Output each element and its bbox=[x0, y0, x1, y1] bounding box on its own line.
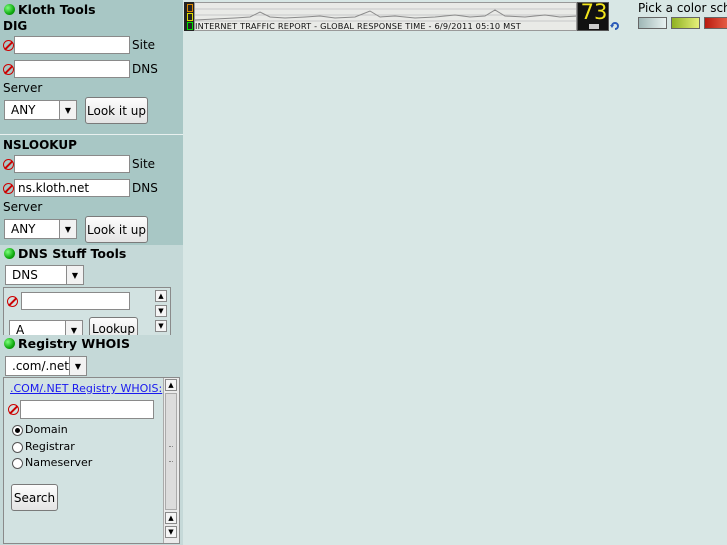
dnsstuff-heading: DNS Stuff Tools bbox=[4, 246, 126, 261]
kloth-tools-heading: Kloth Tools bbox=[4, 2, 96, 17]
traffic-report-banner[interactable]: INTERNET TRAFFIC REPORT - GLOBAL RESPONS… bbox=[184, 0, 621, 31]
nslookup-server-value: ANY bbox=[11, 222, 36, 236]
whois-title: Registry WHOIS bbox=[18, 336, 130, 351]
scroll-up-icon[interactable]: ▲ bbox=[165, 512, 177, 524]
status-dot-icon bbox=[4, 248, 15, 259]
no-entry-icon bbox=[3, 183, 14, 194]
scrollbar-thumb[interactable] bbox=[165, 393, 177, 510]
gauge-segment bbox=[187, 4, 193, 12]
radio-domain-label: Domain bbox=[25, 423, 68, 436]
radio-nameserver[interactable] bbox=[12, 458, 23, 469]
dnsstuff-lookup-button[interactable]: Lookup bbox=[89, 317, 138, 336]
chevron-down-icon: ▼ bbox=[59, 101, 76, 119]
radio-nameserver-label: Nameserver bbox=[25, 456, 93, 469]
gauge-segment bbox=[187, 13, 193, 21]
color-scheme-label: Pick a color sch bbox=[638, 1, 727, 15]
traffic-gauge bbox=[184, 2, 194, 31]
no-entry-icon bbox=[3, 40, 14, 51]
scroll-down-icon[interactable]: ▼ bbox=[155, 320, 167, 332]
scroll-down-icon[interactable]: ▼ bbox=[165, 526, 177, 538]
scroll-down-icon[interactable]: ▼ bbox=[155, 305, 167, 317]
no-entry-icon bbox=[8, 404, 19, 415]
whois-tld-select[interactable]: .com/.net ▼ bbox=[5, 356, 87, 376]
kloth-tools-title: Kloth Tools bbox=[18, 2, 96, 17]
nslookup-server-label: Server bbox=[3, 200, 43, 214]
traffic-bar bbox=[589, 24, 599, 29]
gauge-segment bbox=[187, 22, 193, 30]
dig-server-select[interactable]: ANY ▼ bbox=[4, 100, 77, 120]
dig-panel: Kloth Tools DIG Site DNS Server ANY ▼ Lo… bbox=[0, 0, 183, 134]
radio-domain[interactable] bbox=[12, 425, 23, 436]
chevron-down-icon: ▼ bbox=[69, 357, 86, 375]
chevron-down-icon: ▼ bbox=[59, 220, 76, 238]
nslookup-server-select[interactable]: ANY ▼ bbox=[4, 219, 77, 239]
refresh-icon[interactable] bbox=[610, 20, 620, 30]
dnsstuff-panel: DNS Stuff Tools DNS ▼ A ▼ Lookup ▲ ▼ ▼ bbox=[0, 245, 183, 336]
dig-site-label: Site bbox=[132, 38, 156, 52]
dnsstuff-frame: A ▼ Lookup ▲ ▼ ▼ bbox=[3, 287, 171, 336]
dig-server-label: Server bbox=[3, 81, 43, 95]
status-dot-icon bbox=[4, 338, 15, 349]
color-scheme-picker: Pick a color sch bbox=[638, 0, 727, 32]
dig-site-input[interactable] bbox=[14, 36, 130, 54]
nslookup-panel: NSLOOKUP Site DNS Server ANY ▼ Look it u… bbox=[0, 135, 183, 245]
sidebar: Kloth Tools DIG Site DNS Server ANY ▼ Lo… bbox=[0, 0, 183, 545]
whois-frame: .COM/.NET Registry WHOIS: Domain Registr… bbox=[3, 377, 180, 544]
color-swatch-grey[interactable] bbox=[638, 17, 667, 29]
scrollbar[interactable]: ▲ ▲ ▼ bbox=[163, 378, 179, 543]
dig-server-value: ANY bbox=[11, 103, 36, 117]
color-swatch-red[interactable] bbox=[704, 17, 727, 29]
dnsstuff-tool-value: DNS bbox=[12, 268, 38, 282]
nslookup-lookup-button[interactable]: Look it up bbox=[85, 216, 148, 243]
nslookup-site-label: Site bbox=[132, 157, 156, 171]
traffic-index: 73 bbox=[580, 0, 608, 24]
traffic-caption: INTERNET TRAFFIC REPORT - GLOBAL RESPONS… bbox=[195, 21, 521, 31]
whois-heading: Registry WHOIS bbox=[4, 336, 130, 351]
chevron-down-icon: ▼ bbox=[65, 321, 82, 336]
no-entry-icon bbox=[3, 159, 14, 170]
scroll-up-icon[interactable]: ▲ bbox=[155, 290, 167, 302]
dnsstuff-type-select[interactable]: A ▼ bbox=[9, 320, 83, 336]
whois-panel: Registry WHOIS .com/.net ▼ .COM/.NET Reg… bbox=[0, 335, 183, 545]
traffic-graph: INTERNET TRAFFIC REPORT - GLOBAL RESPONS… bbox=[194, 2, 577, 31]
dnsstuff-tool-select[interactable]: DNS ▼ bbox=[5, 265, 84, 285]
dnsstuff-query-input[interactable] bbox=[21, 292, 130, 310]
whois-tld-value: .com/.net bbox=[12, 359, 69, 373]
whois-query-input[interactable] bbox=[20, 400, 154, 419]
nslookup-heading: NSLOOKUP bbox=[3, 138, 77, 152]
grip-icon bbox=[169, 446, 173, 462]
no-entry-icon bbox=[7, 296, 18, 307]
nslookup-site-input[interactable] bbox=[14, 155, 130, 173]
dnsstuff-title: DNS Stuff Tools bbox=[18, 246, 127, 261]
whois-link[interactable]: .COM/.NET Registry WHOIS: bbox=[10, 382, 162, 395]
dig-dns-input[interactable] bbox=[14, 60, 130, 78]
dig-dns-label: DNS bbox=[132, 62, 158, 76]
nslookup-dns-input[interactable] bbox=[14, 179, 130, 197]
chevron-down-icon: ▼ bbox=[66, 266, 83, 284]
no-entry-icon bbox=[3, 64, 14, 75]
traffic-index-box: 73 bbox=[577, 0, 609, 31]
color-swatch-green[interactable] bbox=[671, 17, 700, 29]
dig-heading: DIG bbox=[3, 19, 28, 33]
nslookup-dns-label: DNS bbox=[132, 181, 158, 195]
radio-registrar-label: Registrar bbox=[25, 440, 75, 453]
radio-registrar[interactable] bbox=[12, 442, 23, 453]
dig-lookup-button[interactable]: Look it up bbox=[85, 97, 148, 124]
scroll-up-icon[interactable]: ▲ bbox=[165, 379, 177, 391]
status-dot-icon bbox=[4, 4, 15, 15]
whois-search-button[interactable]: Search bbox=[11, 484, 58, 511]
